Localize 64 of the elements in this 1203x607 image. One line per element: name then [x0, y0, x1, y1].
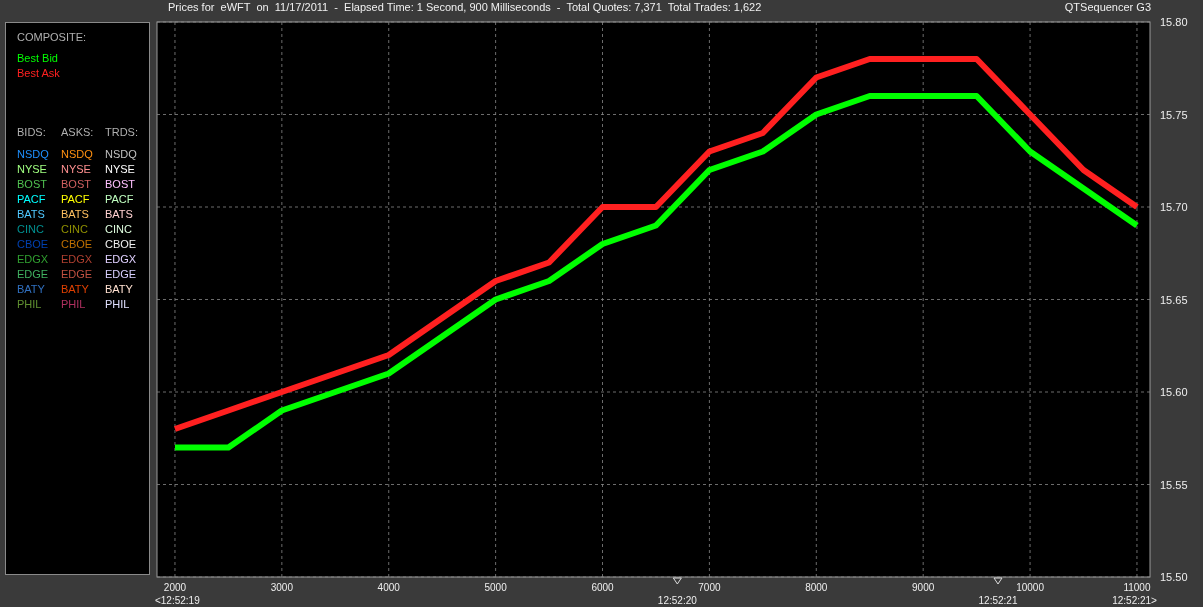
legend-label: BATY: [105, 282, 134, 297]
legend-label: EDGE: [17, 267, 50, 282]
legend-label: BATS: [105, 207, 134, 222]
legend-label: BATS: [17, 207, 46, 222]
legend-column-heading: BIDS:: [17, 125, 47, 140]
legend-label: BOST: [17, 177, 48, 192]
legend-label: NSDQ: [17, 147, 50, 162]
legend-label: BATS: [61, 207, 90, 222]
time-label: 12:52:21: [978, 595, 1018, 606]
legend-label: PHIL: [105, 297, 131, 312]
legend-label: CBOE: [17, 237, 50, 252]
legend-column-heading: TRDS:: [105, 125, 139, 140]
legend-label: PACF: [17, 192, 47, 207]
y-tick-label: 15.80: [1160, 16, 1188, 28]
x-tick-label: 4000: [377, 582, 400, 593]
y-tick-label: 15.70: [1160, 201, 1188, 213]
legend-label: EDGE: [105, 267, 138, 282]
x-tick-label: 8000: [805, 582, 828, 593]
time-marker-icon: [672, 577, 682, 585]
x-tick-label: 3000: [270, 582, 293, 593]
legend-label: PHIL: [17, 297, 43, 312]
legend-label: PHIL: [61, 297, 87, 312]
time-label: <12:52:19: [155, 595, 200, 606]
legend-label: BATY: [17, 282, 46, 297]
x-tick-label: 10000: [1016, 582, 1044, 593]
legend-label: CBOE: [105, 237, 138, 252]
legend-label: EDGX: [105, 252, 138, 267]
legend-label: CINC: [61, 222, 89, 237]
legend-heading: COMPOSITE:: [17, 30, 88, 45]
legend-label: PACF: [105, 192, 135, 207]
x-tick-label: 6000: [591, 582, 614, 593]
legend-label: Best Ask: [17, 66, 61, 81]
legend-label: Best Bid: [17, 51, 59, 66]
y-tick-label: 15.65: [1160, 293, 1188, 306]
legend-label: EDGX: [17, 252, 50, 267]
legend-label: BOST: [61, 177, 92, 192]
y-tick-label: 15.75: [1160, 108, 1188, 121]
time-label: 12:52:20: [657, 595, 697, 606]
legend-label: CINC: [17, 222, 45, 237]
legend-label: CINC: [105, 222, 133, 237]
x-tick-label: 11000: [1123, 582, 1151, 593]
legend-label: NYSE: [17, 162, 48, 177]
time-marker-icon: [993, 577, 1003, 585]
legend-label: NYSE: [105, 162, 136, 177]
y-tick-label: 15.50: [1160, 571, 1188, 583]
app-name: QTSequencer G3: [1064, 1, 1151, 13]
legend-label: EDGX: [61, 252, 94, 267]
legend-label: NYSE: [61, 162, 92, 177]
legend-label: BATY: [61, 282, 90, 297]
y-tick-label: 15.55: [1160, 478, 1188, 491]
x-tick-label: 5000: [484, 582, 507, 593]
chart-title: Prices for eWFT on 11/17/2011 - Elapsed Time: 1 Second, 900 Milliseconds - Total Quotes: 7,371 Total Trades: 1,622: [168, 1, 762, 13]
time-label: 12:52:21>: [1112, 595, 1157, 606]
x-tick-label: 9000: [912, 582, 935, 593]
x-tick-label: 2000: [163, 582, 187, 593]
x-tick-label: 7000: [698, 582, 721, 593]
legend-label: BOST: [105, 177, 136, 192]
legend-label: NSDQ: [105, 147, 138, 162]
legend-label: EDGE: [61, 267, 94, 282]
y-tick-label: 15.60: [1160, 386, 1188, 398]
legend-label: CBOE: [61, 237, 94, 252]
legend-column-heading: ASKS:: [61, 125, 95, 140]
legend-label: NSDQ: [61, 147, 94, 162]
legend-label: PACF: [61, 192, 91, 207]
